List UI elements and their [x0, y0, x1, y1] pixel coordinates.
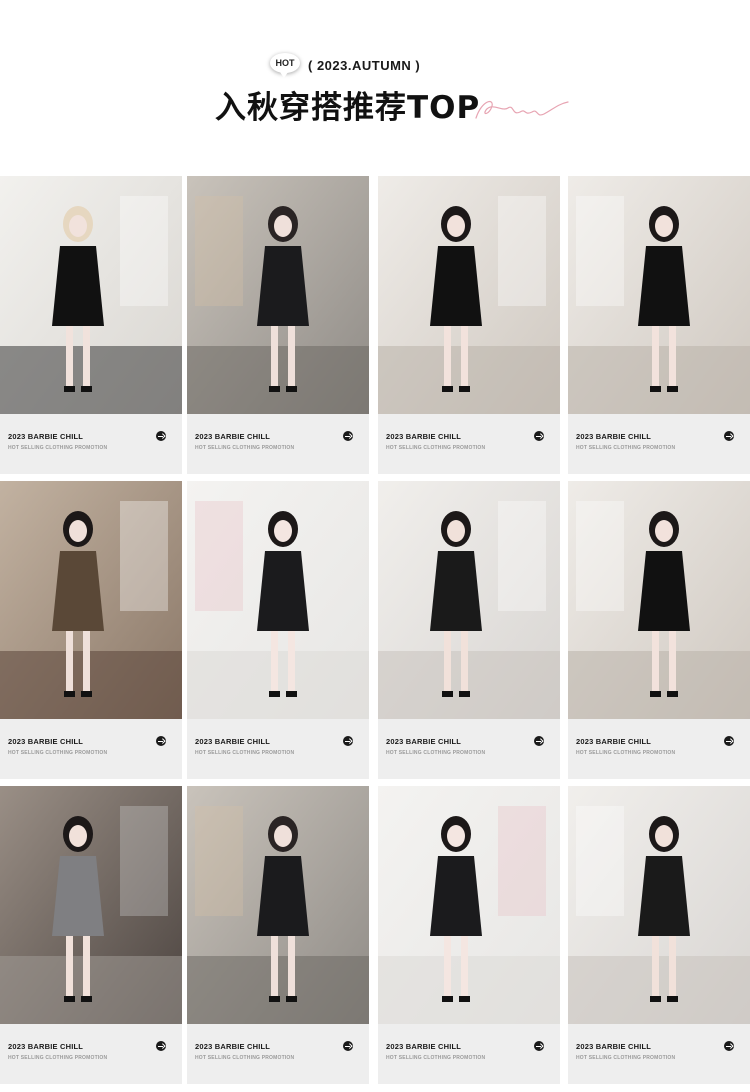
arrow-right-icon[interactable] — [724, 1041, 734, 1051]
card-subtitle: HOT SELLING CLOTHING PROMOTION — [8, 750, 108, 756]
card-subtitle: HOT SELLING CLOTHING PROMOTION — [195, 1055, 295, 1061]
photo-illustration — [568, 481, 750, 719]
product-card[interactable]: 2023 BARBIE CHILL HOT SELLING CLOTHING P… — [378, 786, 560, 1084]
card-subtitle: HOT SELLING CLOTHING PROMOTION — [8, 1055, 108, 1061]
photo-illustration — [568, 786, 750, 1024]
product-photo[interactable] — [378, 481, 560, 719]
photo-illustration — [378, 786, 560, 1024]
product-card[interactable]: 2023 BARBIE CHILL HOT SELLING CLOTHING P… — [568, 481, 750, 779]
product-card[interactable]: 2023 BARBIE CHILL HOT SELLING CLOTHING P… — [187, 786, 369, 1084]
product-photo[interactable] — [0, 481, 182, 719]
card-title: 2023 BARBIE CHILL — [8, 1042, 84, 1051]
arrow-right-icon[interactable] — [156, 431, 166, 441]
card-subtitle: HOT SELLING CLOTHING PROMOTION — [195, 750, 295, 756]
photo-illustration — [187, 176, 369, 414]
card-title: 2023 BARBIE CHILL — [386, 432, 462, 441]
product-card[interactable]: 2023 BARBIE CHILL HOT SELLING CLOTHING P… — [187, 481, 369, 779]
card-title: 2023 BARBIE CHILL — [576, 737, 652, 746]
product-photo[interactable] — [0, 786, 182, 1024]
card-title: 2023 BARBIE CHILL — [195, 1042, 271, 1051]
arrow-right-icon[interactable] — [156, 1041, 166, 1051]
arrow-right-icon[interactable] — [724, 736, 734, 746]
product-card[interactable]: 2023 BARBIE CHILL HOT SELLING CLOTHING P… — [0, 176, 182, 474]
arrow-right-icon[interactable] — [724, 431, 734, 441]
photo-illustration — [378, 481, 560, 719]
arrow-right-icon[interactable] — [156, 736, 166, 746]
photo-illustration — [0, 481, 182, 719]
script-signature — [475, 100, 569, 119]
arrow-right-icon[interactable] — [534, 736, 544, 746]
card-title: 2023 BARBIE CHILL — [576, 1042, 652, 1051]
card-subtitle: HOT SELLING CLOTHING PROMOTION — [8, 445, 108, 451]
product-card[interactable]: 2023 BARBIE CHILL HOT SELLING CLOTHING P… — [378, 481, 560, 779]
arrow-right-icon[interactable] — [343, 1041, 353, 1051]
photo-illustration — [187, 481, 369, 719]
product-photo[interactable] — [568, 176, 750, 414]
product-card[interactable]: 2023 BARBIE CHILL HOT SELLING CLOTHING P… — [0, 481, 182, 779]
card-subtitle: HOT SELLING CLOTHING PROMOTION — [195, 445, 295, 451]
arrow-right-icon[interactable] — [343, 431, 353, 441]
photo-illustration — [378, 176, 560, 414]
product-grid: 2023 BARBIE CHILL HOT SELLING CLOTHING P… — [0, 176, 750, 1092]
card-title: 2023 BARBIE CHILL — [195, 737, 271, 746]
product-card[interactable]: 2023 BARBIE CHILL HOT SELLING CLOTHING P… — [568, 786, 750, 1084]
card-subtitle: HOT SELLING CLOTHING PROMOTION — [386, 445, 486, 451]
card-title: 2023 BARBIE CHILL — [195, 432, 271, 441]
card-title: 2023 BARBIE CHILL — [8, 432, 84, 441]
product-photo[interactable] — [568, 481, 750, 719]
card-title: 2023 BARBIE CHILL — [8, 737, 84, 746]
arrow-right-icon[interactable] — [534, 1041, 544, 1051]
photo-illustration — [0, 176, 182, 414]
photo-illustration — [187, 786, 369, 1024]
card-title: 2023 BARBIE CHILL — [576, 432, 652, 441]
photo-illustration — [568, 176, 750, 414]
product-card[interactable]: 2023 BARBIE CHILL HOT SELLING CLOTHING P… — [568, 176, 750, 474]
arrow-right-icon[interactable] — [534, 431, 544, 441]
product-photo[interactable] — [187, 786, 369, 1024]
photo-illustration — [0, 786, 182, 1024]
product-card[interactable]: 2023 BARBIE CHILL HOT SELLING CLOTHING P… — [187, 176, 369, 474]
page-header: HOT ( 2023.AUTUMN ) 入秋穿搭推荐TOP — [0, 0, 750, 176]
product-card[interactable]: 2023 BARBIE CHILL HOT SELLING CLOTHING P… — [378, 176, 560, 474]
page-title: 入秋穿搭推荐TOP — [215, 90, 481, 126]
product-photo[interactable] — [187, 481, 369, 719]
card-subtitle: HOT SELLING CLOTHING PROMOTION — [386, 750, 486, 756]
card-subtitle: HOT SELLING CLOTHING PROMOTION — [576, 445, 676, 451]
product-photo[interactable] — [378, 176, 560, 414]
product-card[interactable]: 2023 BARBIE CHILL HOT SELLING CLOTHING P… — [0, 786, 182, 1084]
hot-badge: HOT — [270, 53, 300, 78]
product-photo[interactable] — [187, 176, 369, 414]
card-title: 2023 BARBIE CHILL — [386, 737, 462, 746]
arrow-right-icon[interactable] — [343, 736, 353, 746]
card-title: 2023 BARBIE CHILL — [386, 1042, 462, 1051]
product-photo[interactable] — [378, 786, 560, 1024]
season-label: ( 2023.AUTUMN ) — [308, 58, 421, 73]
card-subtitle: HOT SELLING CLOTHING PROMOTION — [576, 1055, 676, 1061]
card-subtitle: HOT SELLING CLOTHING PROMOTION — [386, 1055, 486, 1061]
card-subtitle: HOT SELLING CLOTHING PROMOTION — [576, 750, 676, 756]
product-photo[interactable] — [568, 786, 750, 1024]
product-photo[interactable] — [0, 176, 182, 414]
